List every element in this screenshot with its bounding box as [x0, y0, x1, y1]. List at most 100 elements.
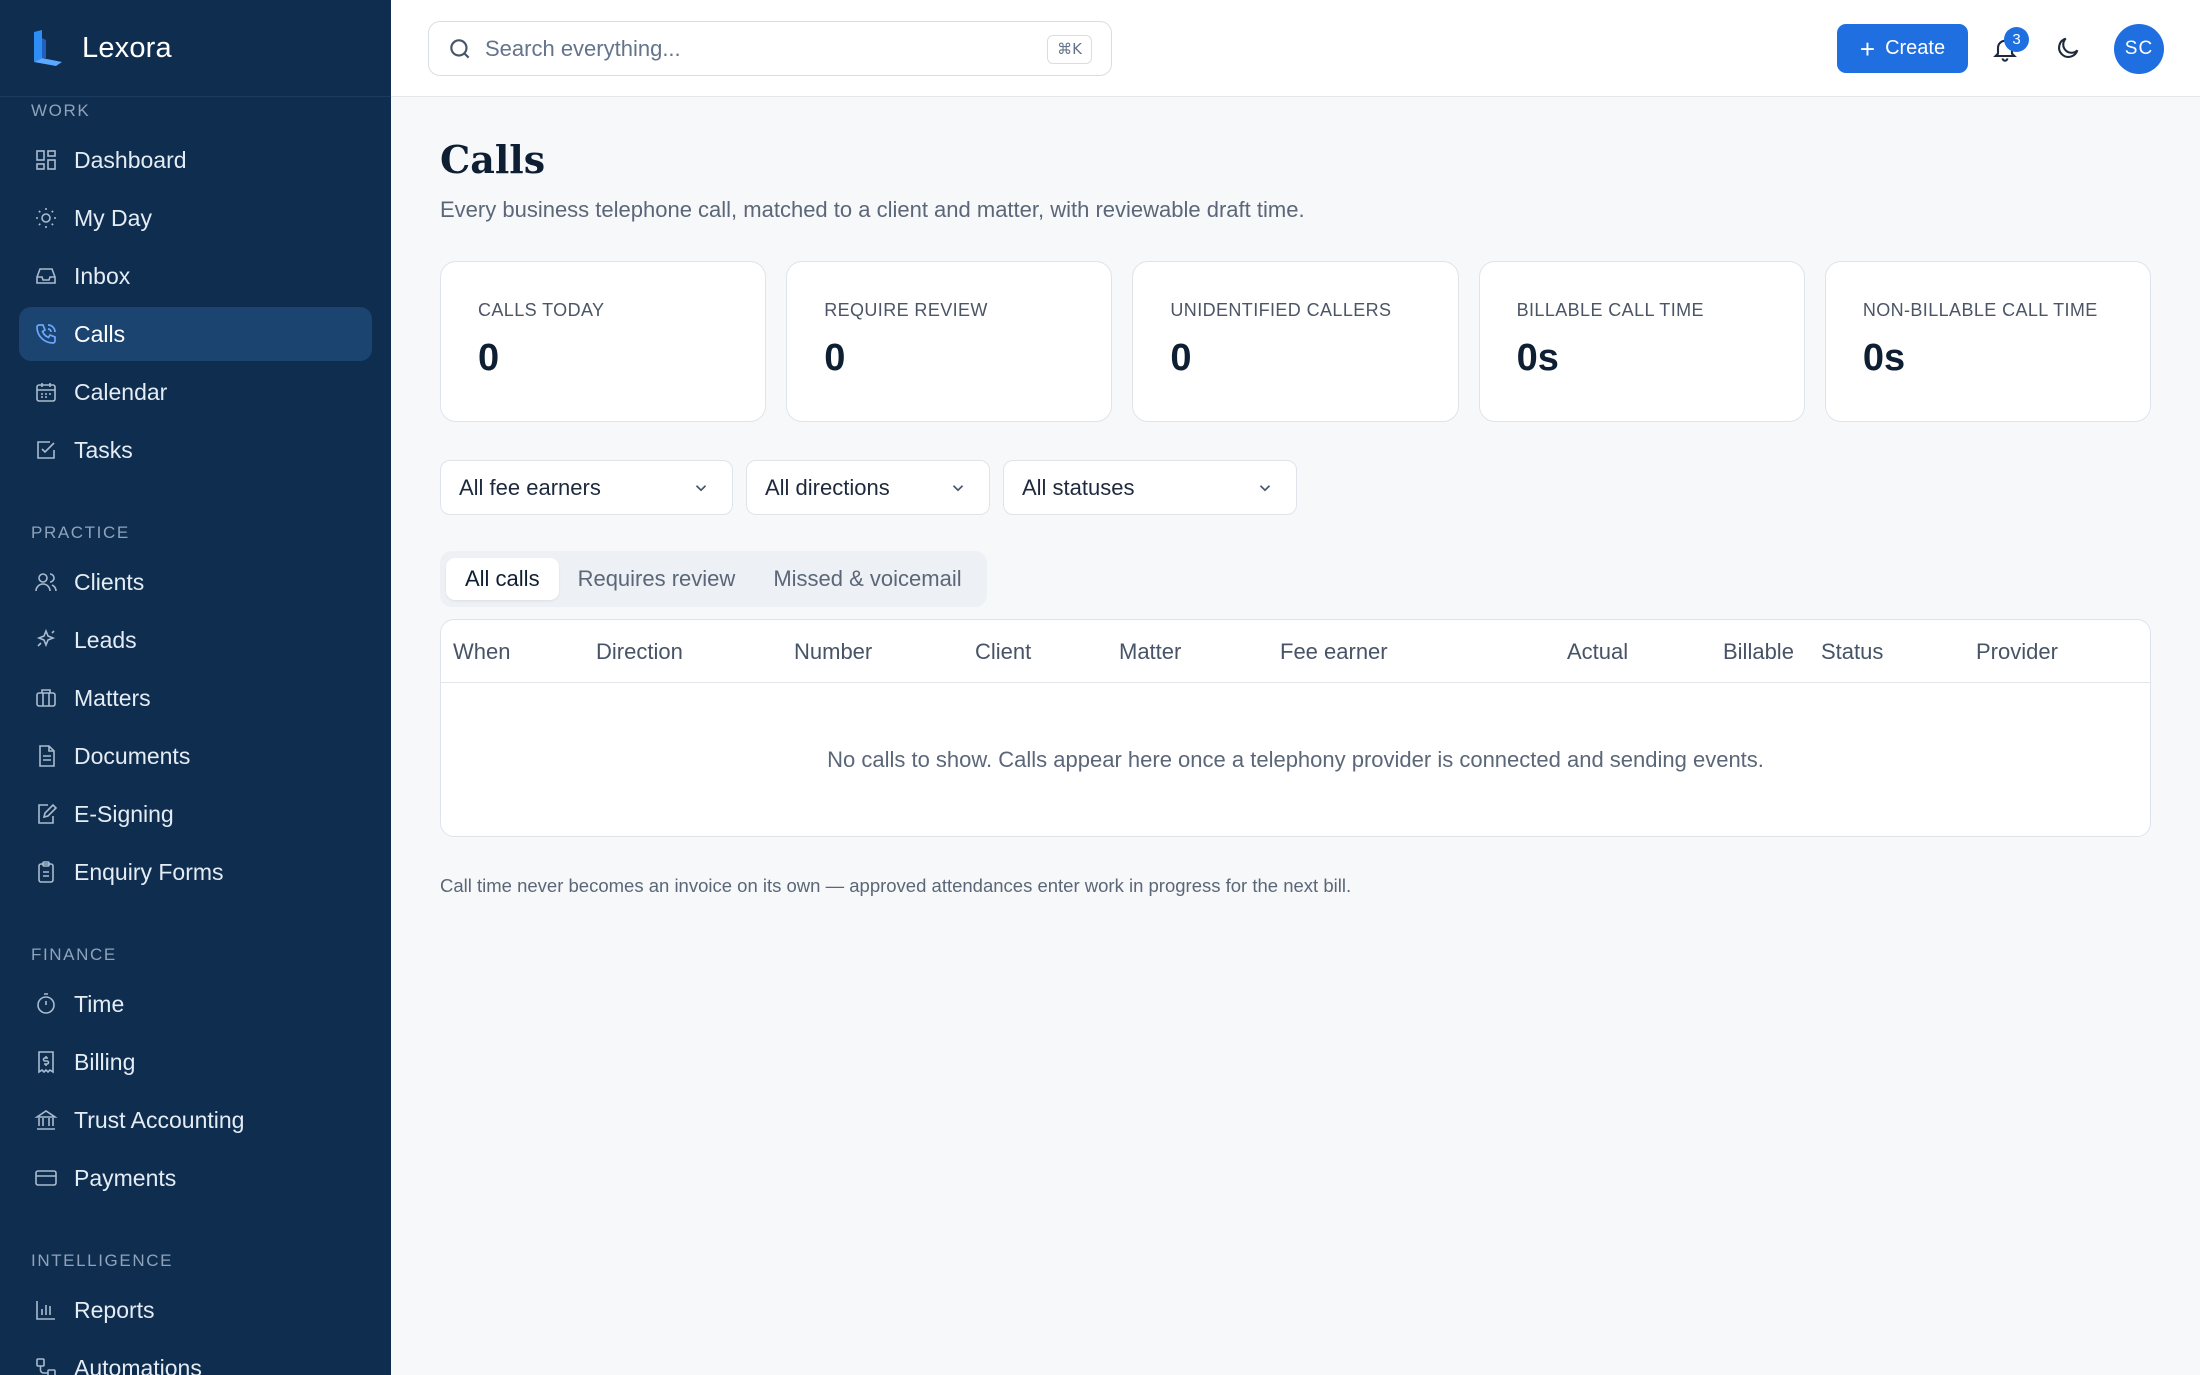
column-header-actual[interactable]: Actual: [1567, 620, 1628, 683]
stat-label: BILLABLE CALL TIME: [1516, 300, 1704, 320]
select-value: All statuses: [1022, 474, 1135, 500]
calendar-icon: [34, 380, 58, 404]
sidebar-item-trust-accounting[interactable]: Trust Accounting: [19, 1093, 372, 1147]
card-icon: [34, 1166, 58, 1190]
bar-chart-icon: [34, 1298, 58, 1322]
sidebar-item-label: Trust Accounting: [74, 1106, 245, 1133]
sidebar-item-label: Tasks: [74, 436, 133, 463]
column-header-number[interactable]: Number: [794, 620, 872, 683]
status-select[interactable]: All statuses: [1003, 460, 1297, 515]
stat-value: 0: [1170, 337, 1192, 379]
sidebar-item-my-day[interactable]: My Day: [19, 191, 372, 245]
column-header-direction[interactable]: Direction: [596, 620, 683, 683]
section-label-intelligence: INTELLIGENCE: [31, 1251, 174, 1270]
empty-state-message: No calls to show. Calls appear here once…: [827, 746, 1764, 772]
workflow-icon: [34, 1356, 58, 1375]
stat-card-non-billable-call-time: NON-BILLABLE CALL TIME 0s: [1824, 261, 2152, 422]
briefcase-icon: [34, 686, 58, 710]
column-header-provider[interactable]: Provider: [1976, 620, 2058, 683]
search-input[interactable]: [485, 35, 1025, 62]
select-value: All fee earners: [459, 474, 601, 500]
topbar: ⌘K + Create 3 SC: [391, 0, 2200, 97]
dashboard-icon: [34, 148, 58, 172]
sidebar-item-documents[interactable]: Documents: [19, 729, 372, 783]
create-button-label: Create: [1885, 37, 1946, 59]
column-header-fee-earner[interactable]: Fee earner: [1280, 620, 1388, 683]
sidebar-item-label: Billing: [74, 1048, 136, 1075]
sidebar-item-label: Calls: [74, 320, 126, 347]
sparkle-icon: [34, 628, 58, 652]
search-shortcut: ⌘K: [1047, 35, 1092, 64]
stat-value: 0: [478, 337, 500, 379]
document-icon: [34, 744, 58, 768]
sidebar-item-billing[interactable]: Billing: [19, 1035, 372, 1089]
sidebar-item-label: Leads: [74, 626, 137, 653]
call-tabs: All calls Requires review Missed & voice…: [440, 551, 987, 607]
stat-card-billable-call-time: BILLABLE CALL TIME 0s: [1478, 261, 1805, 422]
sidebar-item-calendar[interactable]: Calendar: [19, 365, 372, 419]
column-header-status[interactable]: Status: [1821, 620, 1883, 683]
check-square-icon: [34, 438, 58, 462]
sidebar-item-calls[interactable]: Calls: [19, 307, 372, 361]
sidebar-item-payments[interactable]: Payments: [19, 1151, 372, 1205]
sidebar: Lexora WORK Dashboard My Day Inbox Calls…: [0, 0, 391, 1375]
sidebar-item-label: Payments: [74, 1164, 177, 1191]
sidebar-item-label: Inbox: [74, 262, 131, 289]
section-label-practice: PRACTICE: [31, 523, 130, 542]
lexora-logo-icon: [34, 30, 62, 66]
section-label-work: WORK: [31, 101, 91, 120]
column-header-billable[interactable]: Billable: [1723, 620, 1794, 683]
sidebar-item-e-signing[interactable]: E-Signing: [19, 787, 372, 841]
sidebar-item-tasks[interactable]: Tasks: [19, 423, 372, 477]
filters-row: All fee earners All directions All statu…: [440, 460, 2151, 515]
create-button[interactable]: + Create: [1837, 24, 1968, 73]
direction-select[interactable]: All directions: [746, 460, 990, 515]
chevron-down-icon: [1259, 484, 1271, 491]
stat-label: REQUIRE REVIEW: [824, 300, 988, 320]
fee-earner-select[interactable]: All fee earners: [440, 460, 733, 515]
app-name: Lexora: [82, 31, 172, 64]
notification-badge: 3: [2004, 27, 2029, 52]
sidebar-item-label: Documents: [74, 742, 191, 769]
stat-label: CALLS TODAY: [478, 300, 605, 320]
sidebar-item-label: E-Signing: [74, 800, 174, 827]
sidebar-nav: WORK Dashboard My Day Inbox Calls Calend…: [0, 97, 391, 1375]
section-label-finance: FINANCE: [31, 945, 117, 964]
column-header-when[interactable]: When: [453, 620, 510, 683]
stat-card-require-review: REQUIRE REVIEW 0: [786, 261, 1113, 422]
clipboard-icon: [34, 860, 58, 884]
inbox-icon: [34, 264, 58, 288]
moon-icon[interactable]: [2054, 34, 2082, 62]
sidebar-item-label: Matters: [74, 684, 151, 711]
sidebar-item-leads[interactable]: Leads: [19, 613, 372, 667]
sidebar-item-inbox[interactable]: Inbox: [19, 249, 372, 303]
sidebar-item-enquiry-forms[interactable]: Enquiry Forms: [19, 845, 372, 899]
main-content: Calls Every business telephone call, mat…: [440, 97, 2152, 897]
chevron-down-icon: [695, 484, 707, 491]
sidebar-item-matters[interactable]: Matters: [19, 671, 372, 725]
brand[interactable]: Lexora: [0, 0, 391, 97]
search-box[interactable]: ⌘K: [428, 21, 1112, 76]
sidebar-item-automations[interactable]: Automations: [19, 1341, 372, 1375]
sidebar-item-dashboard[interactable]: Dashboard: [19, 133, 372, 187]
column-header-client[interactable]: Client: [975, 620, 1031, 683]
sidebar-item-label: Reports: [74, 1296, 155, 1323]
column-header-matter[interactable]: Matter: [1119, 620, 1181, 683]
sidebar-item-label: Enquiry Forms: [74, 858, 224, 885]
sidebar-item-clients[interactable]: Clients: [19, 555, 372, 609]
sidebar-item-label: Clients: [74, 568, 145, 595]
sidebar-item-label: Automations: [74, 1354, 202, 1375]
tab-requires-review[interactable]: Requires review: [559, 558, 755, 600]
receipt-icon: [34, 1050, 58, 1074]
chevron-down-icon: [952, 484, 964, 491]
stat-card-unidentified-callers: UNIDENTIFIED CALLERS 0: [1132, 261, 1459, 422]
sidebar-item-reports[interactable]: Reports: [19, 1283, 372, 1337]
sidebar-item-time[interactable]: Time: [19, 977, 372, 1031]
sidebar-item-label: Time: [74, 990, 125, 1017]
stat-value: 0s: [1516, 337, 1559, 379]
tab-missed-voicemail[interactable]: Missed & voicemail: [754, 558, 980, 600]
tab-all-calls[interactable]: All calls: [446, 558, 559, 600]
table-header: When Direction Number Client Matter Fee …: [441, 620, 2150, 683]
users-icon: [34, 570, 58, 594]
avatar[interactable]: SC: [2114, 24, 2164, 74]
